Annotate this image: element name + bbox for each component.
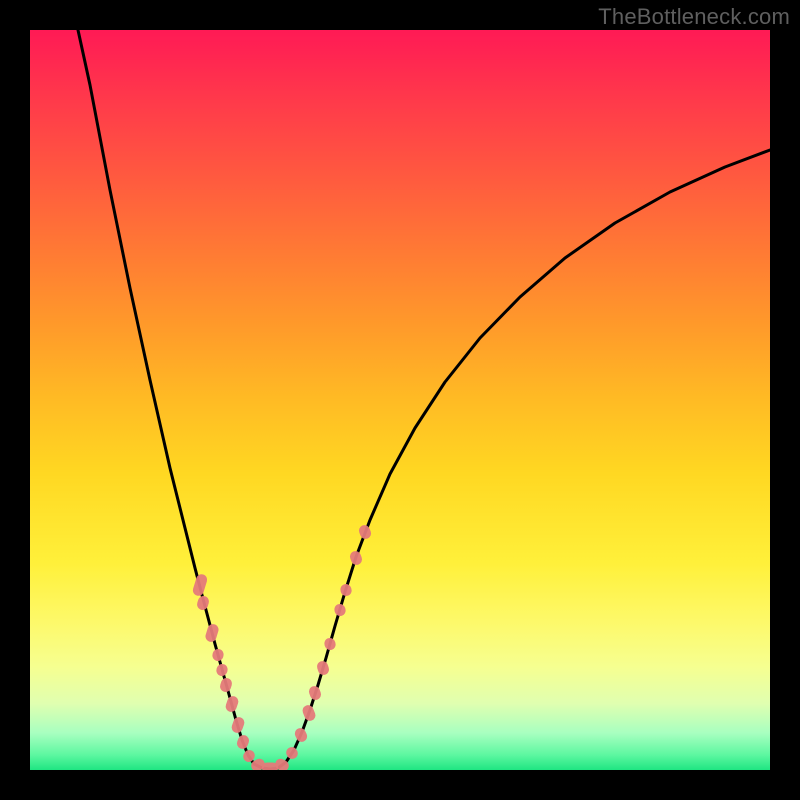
data-marker bbox=[211, 648, 225, 663]
data-marker bbox=[323, 637, 337, 652]
data-marker bbox=[301, 704, 317, 723]
data-marker bbox=[224, 695, 240, 714]
curve-left bbox=[78, 30, 270, 769]
curve-overlay bbox=[30, 30, 770, 770]
data-marker bbox=[235, 733, 250, 750]
data-marker bbox=[196, 595, 211, 612]
data-marker bbox=[357, 523, 372, 540]
bottleneck-curve bbox=[78, 30, 770, 769]
watermark-text: TheBottleneck.com bbox=[598, 4, 790, 30]
data-markers bbox=[192, 523, 373, 770]
curve-right bbox=[270, 150, 770, 769]
data-marker bbox=[204, 623, 220, 643]
data-marker bbox=[339, 583, 353, 598]
data-marker bbox=[333, 603, 347, 618]
data-marker bbox=[348, 550, 363, 567]
data-marker bbox=[307, 685, 322, 702]
data-marker bbox=[219, 677, 234, 694]
data-marker bbox=[293, 726, 309, 743]
data-marker bbox=[192, 573, 209, 597]
data-marker bbox=[316, 660, 331, 677]
data-marker bbox=[230, 716, 246, 735]
data-marker bbox=[215, 663, 229, 678]
chart-frame bbox=[30, 30, 770, 770]
plot-area bbox=[30, 30, 770, 770]
